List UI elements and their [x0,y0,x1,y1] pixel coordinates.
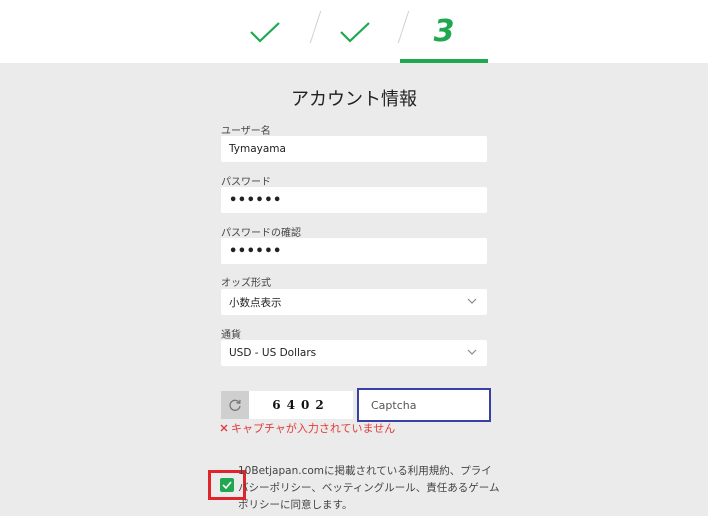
currency-label: 通貨 [221,330,241,341]
password-value: •••••• [229,192,282,208]
form-title: アカウント情報 [291,89,417,110]
step-number: 3 [433,14,455,49]
step-2-complete [320,0,390,63]
password-field[interactable]: •••••• [221,187,487,213]
odds-format-value: 小数点表示 [229,296,282,309]
currency-value: USD - US Dollars [229,347,317,359]
progress-stepper: 3 [0,0,708,63]
currency-select[interactable]: USD - US Dollars [221,340,487,366]
x-icon [220,424,228,432]
captcha-error: キャプチャが入力されていません [220,420,395,436]
refresh-icon [229,399,241,411]
captcha-refresh-button[interactable] [221,391,249,419]
captcha-image: 6402 [249,391,353,419]
check-icon [250,21,280,43]
chevron-down-icon [467,298,477,304]
step-1-complete [230,0,300,63]
username-field[interactable]: Tymayama [221,136,487,162]
check-icon [222,481,232,489]
terms-agreement-text: 10Betjapan.comに掲載されている利用規約、プライバシーポリシー、ベッ… [238,465,500,511]
password-label: パスワード [221,177,271,188]
step-3-current: 3 [400,0,488,63]
odds-format-select[interactable]: 小数点表示 [221,289,487,315]
username-value: Tymayama [229,143,286,155]
password-confirm-field[interactable]: •••••• [221,238,487,264]
account-info-form: アカウント情報 ユーザー名 Tymayama パスワード •••••• パスワー… [0,63,708,516]
check-icon [340,21,370,43]
terms-checkbox[interactable] [220,478,234,492]
password-confirm-value: •••••• [229,243,282,259]
captcha-input[interactable]: Captcha [357,388,491,422]
captcha-placeholder: Captcha [371,398,417,412]
odds-format-label: オッズ形式 [221,278,271,289]
captcha-code: 6402 [272,398,330,412]
username-label: ユーザー名 [221,126,271,137]
password-confirm-label: パスワードの確認 [221,228,301,239]
chevron-down-icon [467,349,477,355]
captcha-error-text: キャプチャが入力されていません [231,422,396,435]
